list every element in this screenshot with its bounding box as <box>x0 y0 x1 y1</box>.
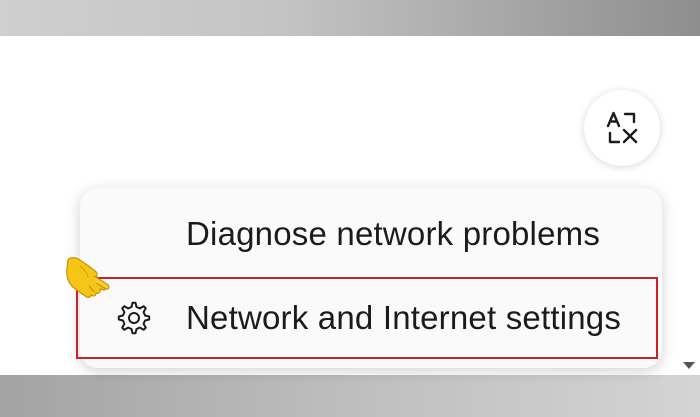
scrollbar-track[interactable] <box>678 36 700 375</box>
menu-item-diagnose-network-problems[interactable]: Diagnose network problems <box>80 192 662 276</box>
menu-item-label: Diagnose network problems <box>186 215 601 252</box>
menu-item-network-internet-settings[interactable]: Network and Internet settings <box>80 276 662 360</box>
scroll-down-arrow-icon[interactable] <box>683 362 695 369</box>
screenshot-frame: Diagnose network problems Network and In… <box>0 0 700 417</box>
gear-icon <box>114 298 154 338</box>
translate-button[interactable] <box>584 90 660 166</box>
network-context-menu: Diagnose network problems Network and In… <box>80 188 662 368</box>
bottom-backdrop <box>0 375 700 417</box>
menu-item-label: Network and Internet settings <box>186 299 622 336</box>
translate-icon <box>606 111 638 144</box>
top-backdrop <box>0 0 700 36</box>
